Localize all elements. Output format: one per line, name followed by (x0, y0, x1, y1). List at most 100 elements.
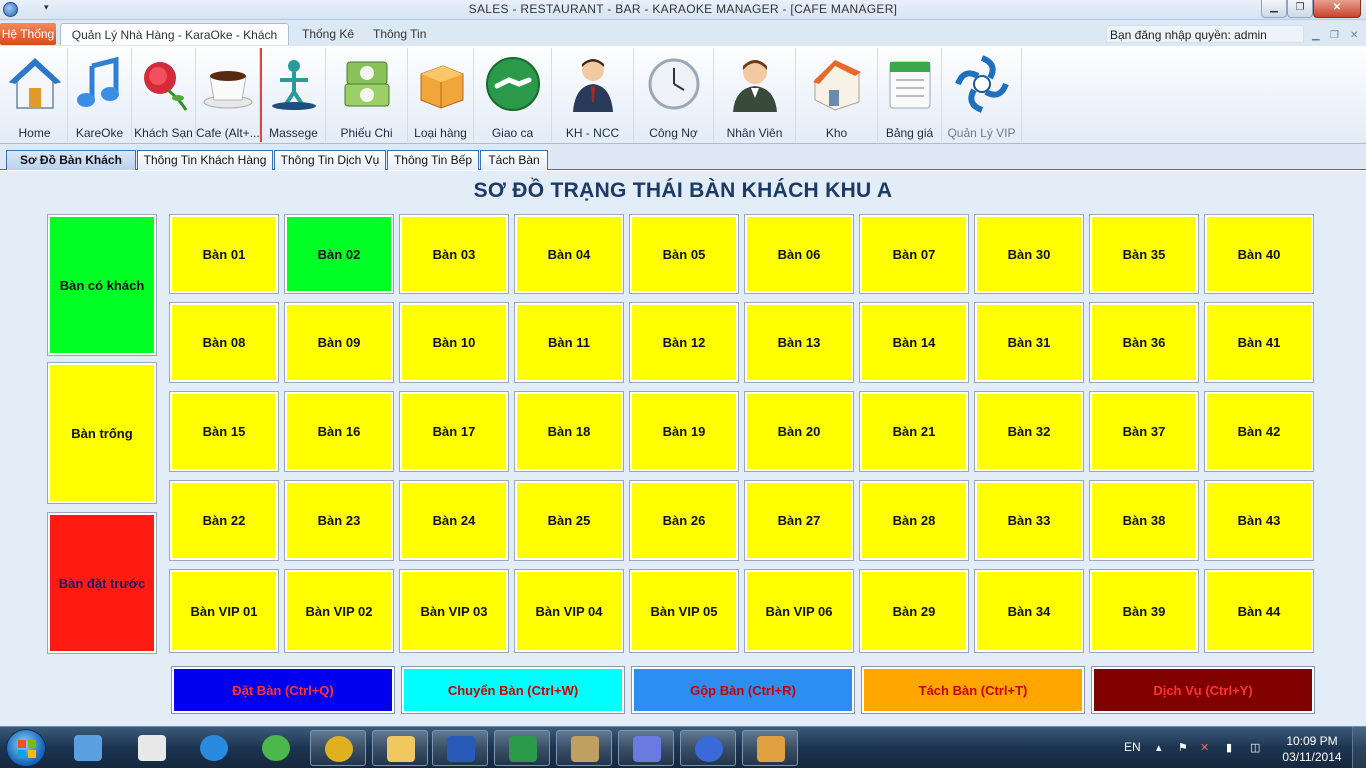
table-button[interactable]: Bàn 21 (859, 391, 969, 472)
ribbon-button-warehouse[interactable]: Kho (796, 48, 878, 142)
subtab-table-map[interactable]: Sơ Đồ Bàn Khách (6, 150, 136, 170)
ribbon-button-shift-handover[interactable]: Giao ca (474, 48, 552, 142)
mdi-restore-button[interactable]: ❐ (1330, 30, 1339, 41)
taskbar-app-excel[interactable] (494, 730, 550, 766)
taskbar-app-itunes[interactable] (680, 730, 736, 766)
show-desktop-button[interactable] (1352, 727, 1366, 768)
ribbon-button-cafe[interactable]: Cafe (Alt+... (196, 48, 260, 142)
table-button[interactable]: Bàn 08 (169, 302, 279, 383)
table-button[interactable]: Bàn 11 (514, 302, 624, 383)
table-button[interactable]: Bàn 41 (1204, 302, 1314, 383)
subtab-service-info[interactable]: Thông Tin Dịch Vụ (274, 150, 386, 170)
table-button[interactable]: Bàn 42 (1204, 391, 1314, 472)
table-button[interactable]: Bàn 36 (1089, 302, 1199, 383)
table-button[interactable]: Bàn VIP 02 (284, 569, 394, 653)
service-button[interactable]: Dịch Vụ (Ctrl+Y) (1091, 666, 1315, 714)
table-button[interactable]: Bàn 27 (744, 480, 854, 561)
table-button[interactable]: Bàn 10 (399, 302, 509, 383)
ribbon-button-home[interactable]: Home (2, 48, 68, 142)
ribbon-button-massage[interactable]: Massege (260, 48, 326, 142)
table-button[interactable]: Bàn 17 (399, 391, 509, 472)
table-button[interactable]: Bàn 30 (974, 214, 1084, 294)
table-button[interactable]: Bàn 39 (1089, 569, 1199, 653)
table-button[interactable]: Bàn 15 (169, 391, 279, 472)
taskbar-app-control-panel[interactable] (60, 730, 116, 766)
taskbar-app-word[interactable] (432, 730, 488, 766)
table-button[interactable]: Bàn 32 (974, 391, 1084, 472)
table-button[interactable]: Bàn 28 (859, 480, 969, 561)
table-button[interactable]: Bàn 22 (169, 480, 279, 561)
table-button[interactable]: Bàn 18 (514, 391, 624, 472)
table-button[interactable]: Bàn 33 (974, 480, 1084, 561)
table-button[interactable]: Bàn 07 (859, 214, 969, 294)
taskbar-app-chrome[interactable] (310, 730, 366, 766)
volume-muted-icon[interactable]: ✕ (1200, 741, 1212, 754)
table-button[interactable]: Bàn 03 (399, 214, 509, 294)
table-button[interactable]: Bàn 06 (744, 214, 854, 294)
ribbon-button-expense[interactable]: Phiếu Chi (326, 48, 408, 142)
taskbar-app-internet-explorer[interactable] (186, 730, 242, 766)
subtab-customer-info[interactable]: Thông Tin Khách Hàng (137, 150, 273, 170)
table-button[interactable]: Bàn 02 (284, 214, 394, 294)
clock-date[interactable]: 03/11/2014 (1279, 750, 1345, 764)
merge-table-button[interactable]: Gộp Bàn (Ctrl+R) (631, 666, 855, 714)
table-button[interactable]: Bàn 14 (859, 302, 969, 383)
table-button[interactable]: Bàn 24 (399, 480, 509, 561)
action-center-icon[interactable]: ⚑ (1178, 741, 1190, 754)
table-button[interactable]: Bàn 20 (744, 391, 854, 472)
table-button[interactable]: Bàn 04 (514, 214, 624, 294)
table-button[interactable]: Bàn 37 (1089, 391, 1199, 472)
table-button[interactable]: Bàn 26 (629, 480, 739, 561)
battery-icon[interactable]: ◫ (1250, 741, 1262, 754)
table-button[interactable]: Bàn VIP 04 (514, 569, 624, 653)
ribbon-button-customer-supplier[interactable]: KH - NCC (552, 48, 634, 142)
mdi-close-button[interactable]: ✕ (1350, 30, 1358, 41)
tab-info[interactable]: Thông Tin (367, 23, 432, 45)
ribbon-button-price-list[interactable]: Bảng giá (878, 48, 942, 142)
table-button[interactable]: Bàn VIP 05 (629, 569, 739, 653)
table-button[interactable]: Bàn 25 (514, 480, 624, 561)
table-button[interactable]: Bàn 09 (284, 302, 394, 383)
table-button[interactable]: Bàn 43 (1204, 480, 1314, 561)
table-button[interactable]: Bàn 01 (169, 214, 279, 294)
table-button[interactable]: Bàn VIP 06 (744, 569, 854, 653)
table-button[interactable]: Bàn 16 (284, 391, 394, 472)
table-button[interactable]: Bàn 19 (629, 391, 739, 472)
tab-system[interactable]: Hệ Thống (0, 23, 56, 45)
table-button[interactable]: Bàn 31 (974, 302, 1084, 383)
table-button[interactable]: Bàn 29 (859, 569, 969, 653)
reserve-table-button[interactable]: Đặt Bàn (Ctrl+Q) (171, 666, 395, 714)
subtab-kitchen-info[interactable]: Thông Tin Bếp (387, 150, 479, 170)
show-hidden-icons-icon[interactable]: ▴ (1156, 741, 1168, 754)
maximize-button[interactable]: ❐ (1287, 0, 1313, 18)
table-button[interactable]: Bàn 05 (629, 214, 739, 294)
taskbar-app-tools[interactable] (556, 730, 612, 766)
mdi-minimize-button[interactable]: ▁ (1312, 30, 1320, 41)
tab-statistics[interactable]: Thống Kê (296, 23, 360, 45)
table-button[interactable]: Bàn 23 (284, 480, 394, 561)
ribbon-button-vip-management[interactable]: Quản Lý VIP (942, 48, 1022, 142)
tab-management[interactable]: Quản Lý Nhà Hàng - KaraOke - Khách Sạn (60, 23, 289, 64)
close-button[interactable]: ✕ (1313, 0, 1361, 18)
table-button[interactable]: Bàn 35 (1089, 214, 1199, 294)
move-table-button[interactable]: Chuyển Bàn (Ctrl+W) (401, 666, 625, 714)
taskbar-app-paint[interactable] (742, 730, 798, 766)
subtab-split-table[interactable]: Tách Bàn (480, 150, 548, 170)
ribbon-button-debt[interactable]: Công Nợ (634, 48, 714, 142)
taskbar-app-infinity[interactable] (618, 730, 674, 766)
table-button[interactable]: Bàn 44 (1204, 569, 1314, 653)
table-button[interactable]: Bàn 13 (744, 302, 854, 383)
ribbon-button-karaoke[interactable]: KareOke (68, 48, 132, 142)
taskbar-app-coccoc[interactable] (248, 730, 304, 766)
table-button[interactable]: Bàn 40 (1204, 214, 1314, 294)
split-table-button[interactable]: Tách Bàn (Ctrl+T) (861, 666, 1085, 714)
ribbon-button-hotel[interactable]: Khách Sạn (132, 48, 196, 142)
ribbon-button-item-type[interactable]: Loại hàng (408, 48, 474, 142)
table-button[interactable]: Bàn VIP 01 (169, 569, 279, 653)
language-indicator[interactable]: EN (1124, 740, 1141, 754)
minimize-button[interactable]: ▁ (1261, 0, 1287, 18)
table-button[interactable]: Bàn 12 (629, 302, 739, 383)
table-button[interactable]: Bàn 38 (1089, 480, 1199, 561)
table-button[interactable]: Bàn VIP 03 (399, 569, 509, 653)
start-button[interactable] (6, 729, 46, 767)
